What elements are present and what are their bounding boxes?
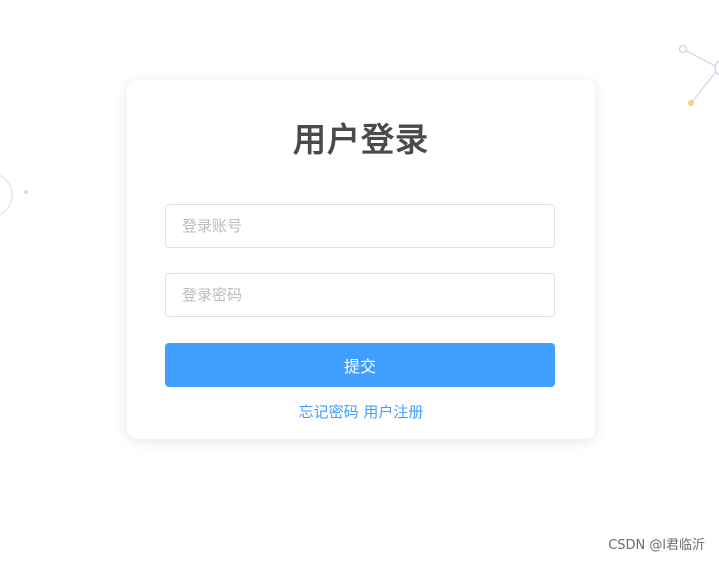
- forgot-password-link[interactable]: 忘记密码: [299, 403, 359, 421]
- submit-button[interactable]: 提交: [165, 343, 555, 387]
- auth-links: 忘记密码 用户注册: [127, 402, 595, 422]
- watermark: CSDN @l君临沂: [608, 538, 705, 553]
- network-node-decoration-left: [0, 174, 28, 216]
- login-card: 用户登录 提交 忘记密码 用户注册: [127, 80, 595, 439]
- register-link[interactable]: 用户注册: [363, 403, 423, 421]
- page-title: 用户登录: [293, 120, 429, 159]
- network-node-decoration-top-right: [678, 44, 719, 106]
- account-input[interactable]: [165, 204, 555, 248]
- password-input[interactable]: [165, 273, 555, 317]
